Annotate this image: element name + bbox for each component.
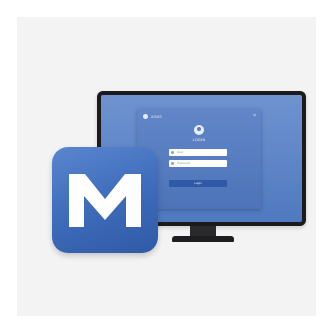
close-icon[interactable]: × bbox=[253, 113, 256, 119]
login-heading: LOGIN bbox=[192, 138, 206, 142]
monitor-stand-base bbox=[172, 236, 234, 242]
user-icon bbox=[171, 151, 174, 154]
lock-icon bbox=[171, 162, 174, 165]
username-field[interactable]: User bbox=[169, 149, 227, 156]
user-avatar-icon bbox=[194, 125, 204, 135]
m-letter-icon bbox=[69, 174, 141, 227]
password-field[interactable]: Password bbox=[169, 160, 227, 167]
login-window-title: XDMS bbox=[151, 115, 162, 119]
app-logo-icon bbox=[143, 114, 148, 119]
username-placeholder: User bbox=[177, 150, 184, 154]
m-app-icon[interactable] bbox=[52, 147, 158, 253]
password-placeholder: Password bbox=[177, 161, 191, 165]
login-button[interactable]: Login bbox=[169, 180, 227, 187]
